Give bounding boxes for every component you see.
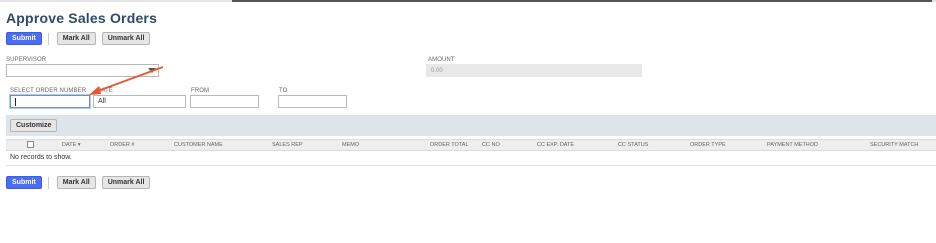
from-label: FROM [191, 88, 210, 94]
top-bar-accent [232, 0, 932, 2]
date-value: All [98, 98, 106, 105]
select-order-number-label: SELECT ORDER NUMBER [10, 88, 87, 94]
column-header-order-number[interactable]: ORDER # [110, 142, 134, 148]
column-header-order-type[interactable]: ORDER TYPE [690, 142, 726, 148]
unmark-all-button[interactable]: Unmark All [101, 32, 151, 45]
sublist-toolbar [6, 115, 936, 136]
column-header-memo[interactable]: MEMO [342, 142, 359, 148]
page-title: Approve Sales Orders [6, 10, 158, 26]
submit-button[interactable]: Submit [6, 32, 42, 45]
divider [6, 165, 936, 166]
bottom-button-row: Submit Mark All Unmark All [6, 176, 151, 189]
amount-label: AMOUNT [428, 57, 455, 63]
supervisor-label: SUPERVISOR [6, 57, 47, 63]
unmark-all-button-bottom[interactable]: Unmark All [101, 176, 151, 189]
customize-button[interactable]: Customize [10, 119, 58, 132]
supervisor-select[interactable] [6, 64, 159, 77]
column-header-cc-exp-date[interactable]: CC EXP. DATE [537, 142, 574, 148]
mark-all-button-bottom[interactable]: Mark All [56, 176, 96, 189]
submit-button-bottom[interactable]: Submit [6, 176, 42, 189]
to-label: TO [279, 88, 288, 94]
column-header-cc-status[interactable]: CC STATUS [618, 142, 648, 148]
date-label: DATE [97, 88, 113, 94]
select-order-number-input[interactable] [10, 95, 90, 108]
column-header-sales-rep[interactable]: SALES REP [272, 142, 303, 148]
text-cursor [15, 97, 16, 106]
mark-all-button[interactable]: Mark All [56, 32, 96, 45]
top-button-row: Submit Mark All Unmark All [6, 32, 151, 45]
select-all-checkbox[interactable] [27, 141, 34, 148]
to-date-input[interactable] [278, 95, 347, 108]
from-date-input[interactable] [190, 95, 259, 108]
column-header-payment-method[interactable]: PAYMENT METHOD [767, 142, 818, 148]
button-divider [47, 32, 49, 45]
amount-field: 0.00 [426, 64, 642, 77]
column-header-date[interactable]: DATE ▾ [62, 142, 81, 148]
column-header-cc-no[interactable]: CC NO [482, 142, 500, 148]
column-header-order-total[interactable]: ORDER TOTAL [430, 142, 469, 148]
column-header-customer-name[interactable]: CUSTOMER NAME [174, 142, 223, 148]
button-divider-bottom [47, 176, 49, 189]
empty-state-text: No records to show. [10, 154, 72, 161]
date-select[interactable]: All [93, 95, 186, 108]
column-header-security-match[interactable]: SECURITY MATCH [870, 142, 918, 148]
chevron-down-icon[interactable] [148, 68, 156, 73]
amount-value: 0.00 [431, 67, 443, 74]
